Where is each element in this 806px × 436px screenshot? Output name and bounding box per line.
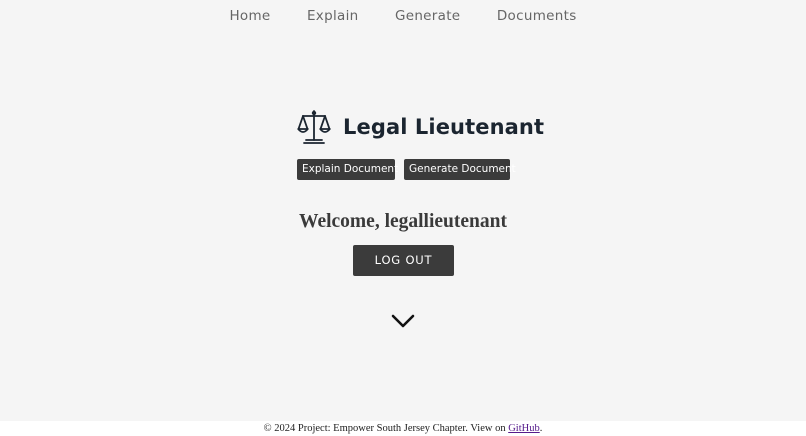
nav-explain[interactable]: Explain	[307, 6, 359, 26]
brand: Legal Lieutenant	[297, 108, 544, 146]
action-buttons: Explain Document Generate Document	[297, 159, 516, 180]
footer-text: © 2024 Project: Empower South Jersey Cha…	[263, 423, 509, 434]
nav-documents[interactable]: Documents	[497, 6, 577, 26]
welcome-message: Welcome, legallieutenant	[299, 211, 507, 232]
top-nav: Home Explain Generate Documents	[0, 6, 806, 26]
logout-button[interactable]: LOG OUT	[353, 245, 454, 276]
footer: © 2024 Project: Empower South Jersey Cha…	[0, 421, 806, 436]
generate-document-button[interactable]: Generate Document	[404, 159, 516, 180]
footer-suffix: .	[539, 423, 543, 434]
scales-of-justice-icon	[297, 110, 331, 144]
explain-document-button[interactable]: Explain Document	[297, 159, 398, 180]
github-link[interactable]: GitHub	[508, 423, 540, 434]
nav-home[interactable]: Home	[229, 6, 270, 26]
brand-title: Legal Lieutenant	[343, 115, 545, 139]
nav-generate[interactable]: Generate	[395, 6, 460, 26]
chevron-down-icon[interactable]	[391, 313, 415, 329]
page: Home Explain Generate Documents Legal Li…	[0, 0, 806, 436]
